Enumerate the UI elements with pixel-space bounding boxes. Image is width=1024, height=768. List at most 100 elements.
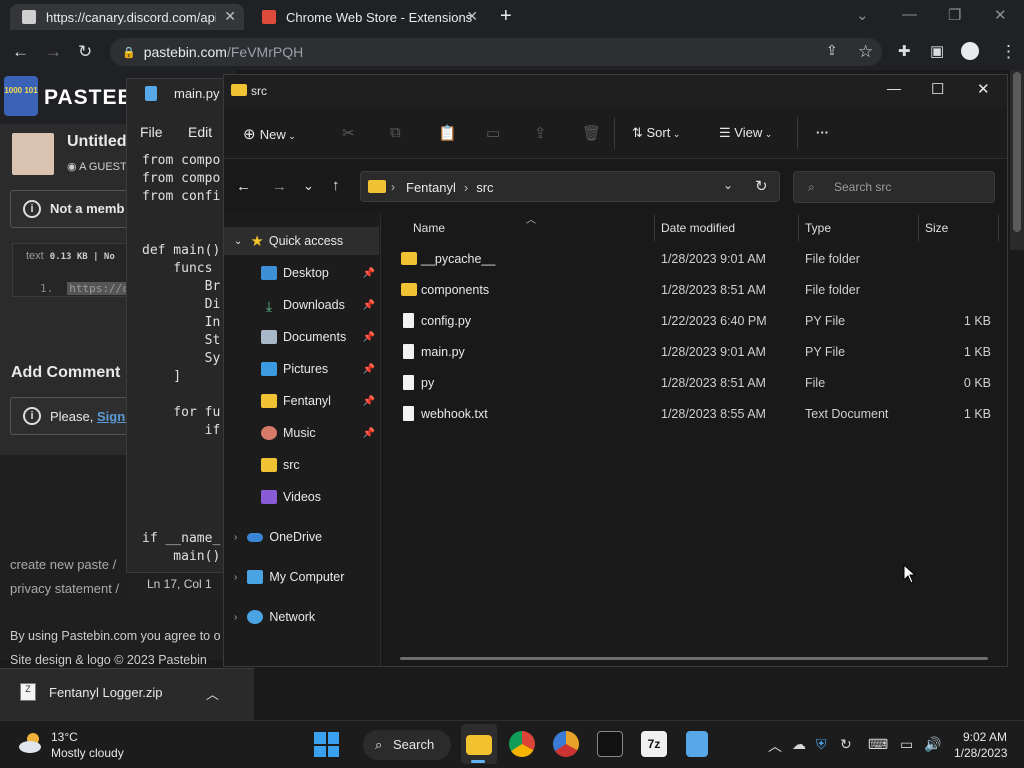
new-tab-button[interactable]: +	[500, 5, 512, 28]
side-panel-icon[interactable]: ▣	[930, 42, 944, 60]
tab-discord[interactable]: https://canary.discord.com/api/w ✕	[10, 4, 244, 30]
pastebin-logo-text[interactable]: PASTEB	[44, 86, 134, 110]
cloud-icon	[247, 532, 264, 542]
page-scrollbar-thumb[interactable]	[1013, 72, 1021, 232]
close-icon[interactable]: ✕	[224, 8, 236, 25]
nav-item-music[interactable]: Music 📌	[224, 419, 379, 447]
back-icon[interactable]: ←	[12, 42, 29, 62]
menu-edit[interactable]: Edit	[188, 124, 212, 140]
7zip-icon[interactable]: 7z	[641, 731, 667, 757]
close-window-icon[interactable]: ✕	[994, 6, 1007, 24]
update-icon[interactable]: ↻	[840, 736, 852, 753]
file-row[interactable]: __pycache__ 1/28/2023 9:01 AM File folde…	[393, 244, 999, 274]
taskbar-search-button[interactable]: ⌕ Search	[363, 730, 451, 760]
recent-locations-icon[interactable]: ⌄	[303, 178, 314, 194]
notepad-editor[interactable]: from compo from compo from confi def mai…	[142, 152, 226, 566]
privacy-statement-link[interactable]: privacy statement /	[10, 581, 119, 596]
nav-item-documents[interactable]: Documents 📌	[224, 323, 379, 351]
file-row[interactable]: webhook.txt 1/28/2023 8:55 AM Text Docum…	[393, 399, 999, 429]
column-divider[interactable]	[654, 215, 655, 241]
file-row[interactable]: main.py 1/28/2023 9:01 AM PY File 1 KB	[393, 337, 999, 367]
minimize-icon[interactable]: —	[902, 6, 917, 23]
nav-item-videos[interactable]: Videos	[224, 483, 379, 511]
chevron-up-icon[interactable]: ︿	[768, 736, 782, 756]
search-input[interactable]	[793, 171, 995, 203]
column-divider[interactable]	[798, 215, 799, 241]
nav-item-pictures[interactable]: Pictures 📌	[224, 355, 379, 383]
nav-item-fentanyl[interactable]: Fentanyl 📌	[224, 387, 379, 415]
menu-icon[interactable]: ⋮	[1000, 42, 1017, 62]
nav-item-desktop[interactable]: Desktop 📌	[224, 259, 379, 287]
nav-item-quick-access[interactable]: ⌄ ★ Quick access	[224, 227, 379, 255]
delete-icon[interactable]: 🗑	[582, 124, 601, 142]
nav-item-network[interactable]: › Network	[224, 603, 379, 631]
sort-button[interactable]: ⇅ Sort ⌄	[632, 125, 680, 141]
chevron-down-icon[interactable]: ⌄	[723, 178, 733, 192]
column-header-size[interactable]: Size	[925, 221, 948, 235]
display-icon[interactable]: ▭	[900, 736, 913, 753]
share-icon[interactable]: ⇪	[534, 124, 547, 142]
more-options-button[interactable]: ···	[816, 125, 829, 140]
restore-icon[interactable]: ❐	[948, 6, 961, 24]
paste-icon[interactable]: 📋	[438, 124, 457, 142]
column-divider[interactable]	[918, 215, 919, 241]
onedrive-icon[interactable]: ☁	[792, 736, 806, 753]
clock-date[interactable]: 1/28/2023	[954, 746, 1007, 760]
share-icon[interactable]: ⇪	[826, 42, 838, 59]
nav-label: My Computer	[269, 570, 345, 584]
address-bar[interactable]: 🔒 pastebin.com/FeVMrPQH	[110, 38, 882, 66]
start-button[interactable]	[314, 732, 339, 757]
download-item[interactable]: Fentanyl Logger.zip	[49, 685, 162, 700]
horizontal-scrollbar[interactable]	[400, 657, 988, 660]
nav-item-onedrive[interactable]: › OneDrive	[224, 523, 379, 551]
forward-icon[interactable]: →	[45, 42, 62, 62]
refresh-icon[interactable]: ↻	[755, 177, 768, 195]
up-icon[interactable]: ↑	[332, 177, 340, 194]
nav-item-my-computer[interactable]: › My Computer	[224, 563, 379, 591]
chrome-icon[interactable]	[509, 731, 535, 757]
volume-icon[interactable]: 🔊	[924, 736, 941, 753]
column-divider[interactable]	[998, 215, 999, 241]
breadcrumb-item[interactable]: src	[476, 180, 493, 195]
pastebin-logo-icon[interactable]: 1000 101	[4, 76, 38, 116]
close-icon[interactable]: ✕	[466, 8, 478, 25]
notepad-icon[interactable]	[686, 731, 708, 757]
menu-file[interactable]: File	[140, 124, 163, 140]
security-icon[interactable]: ⛨	[816, 736, 827, 753]
rename-icon[interactable]: ▭	[486, 124, 500, 142]
column-header-name[interactable]: Name	[413, 221, 445, 235]
keyboard-icon[interactable]: ⌨	[868, 736, 888, 753]
tab-search-icon[interactable]: ⌄	[856, 6, 869, 24]
weather-temp[interactable]: 13°C	[51, 730, 78, 744]
chevron-up-icon[interactable]: ︿	[206, 684, 219, 703]
reload-icon[interactable]: ↻	[78, 42, 92, 62]
clock-time[interactable]: 9:02 AM	[963, 730, 1007, 744]
syntax-label[interactable]: text	[26, 250, 44, 262]
bookmark-star-icon[interactable]: ☆	[858, 42, 873, 62]
copy-icon[interactable]: ⧉	[390, 124, 401, 141]
nav-item-downloads[interactable]: ⤓ Downloads 📌	[224, 291, 379, 319]
weather-condition[interactable]: Mostly cloudy	[51, 746, 124, 760]
cut-icon[interactable]: ✂	[342, 124, 355, 142]
nav-item-src[interactable]: src	[224, 451, 379, 479]
minimize-icon[interactable]: —	[887, 80, 901, 96]
file-row[interactable]: components 1/28/2023 8:51 AM File folder	[393, 275, 999, 305]
forward-icon[interactable]: →	[272, 178, 287, 195]
column-header-date[interactable]: Date modified	[661, 221, 735, 235]
column-header-type[interactable]: Type	[805, 221, 831, 235]
profile-icon[interactable]	[961, 42, 979, 60]
file-row[interactable]: py 1/28/2023 8:51 AM File 0 KB	[393, 368, 999, 398]
chrome-canary-icon[interactable]	[553, 731, 579, 757]
extensions-icon[interactable]: ✚	[898, 42, 911, 60]
file-row[interactable]: config.py 1/22/2023 6:40 PM PY File 1 KB	[393, 306, 999, 336]
file-explorer-icon[interactable]	[466, 735, 492, 755]
new-button[interactable]: ⊕ New ⌄	[243, 125, 296, 143]
terminal-icon[interactable]	[597, 731, 623, 757]
close-icon[interactable]: ✕	[977, 80, 990, 98]
create-new-paste-link[interactable]: create new paste /	[10, 557, 116, 572]
back-icon[interactable]: ←	[236, 178, 251, 195]
maximize-icon[interactable]: ☐	[931, 80, 944, 98]
tab-chrome-web-store[interactable]: Chrome Web Store - Extensions ✕	[250, 4, 486, 30]
breadcrumb-item[interactable]: Fentanyl	[406, 180, 456, 195]
view-button[interactable]: ☰ View ⌄	[719, 125, 772, 141]
